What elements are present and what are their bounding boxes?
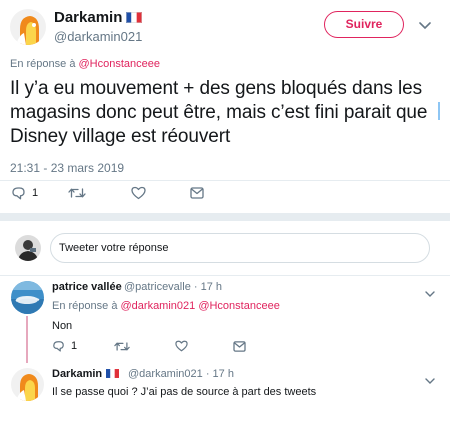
reply-handle[interactable]: @darkamin021 bbox=[128, 368, 203, 380]
retweet-icon bbox=[68, 188, 86, 198]
retweet-button[interactable] bbox=[68, 187, 86, 199]
retweet-button[interactable] bbox=[114, 341, 130, 352]
reply-count: 1 bbox=[71, 340, 78, 352]
reply-context: En réponse à @darkamin021 @Hconstanceee bbox=[52, 300, 280, 312]
message-icon bbox=[190, 187, 204, 199]
french-flag-icon bbox=[106, 369, 120, 378]
reply-icon bbox=[53, 341, 64, 352]
retweet-icon bbox=[114, 342, 130, 351]
french-flag-icon bbox=[126, 12, 143, 23]
section-separator bbox=[0, 213, 450, 221]
like-button[interactable] bbox=[175, 340, 188, 352]
reply-prefix: En réponse à bbox=[10, 58, 76, 70]
reply-context: En réponse à @Hconstanceee bbox=[10, 58, 160, 70]
reply-author-name[interactable]: patrice vallée bbox=[52, 281, 122, 293]
reply-avatar[interactable] bbox=[11, 281, 44, 314]
reply-mentions[interactable]: @darkamin021 @Hconstanceee bbox=[121, 300, 280, 312]
heart-icon bbox=[175, 340, 188, 352]
reply-time[interactable]: · 17 h bbox=[194, 281, 222, 293]
divider bbox=[0, 275, 450, 276]
author-handle[interactable]: @darkamin021 bbox=[54, 29, 142, 44]
direct-message-button[interactable] bbox=[233, 341, 246, 352]
tweet-timestamp[interactable]: 21:31 - 23 mars 2019 bbox=[10, 161, 124, 175]
heart-icon bbox=[131, 186, 146, 200]
reply-author-handle: @patricevalle · 17 h bbox=[124, 281, 222, 293]
tweet-text: Il y’a eu mouvement + des gens bloqués d… bbox=[10, 78, 428, 147]
reply-button[interactable]: 1 bbox=[52, 340, 77, 352]
chevron-down-icon[interactable] bbox=[425, 372, 435, 390]
chevron-down-icon[interactable] bbox=[419, 17, 431, 35]
follow-button[interactable]: Suivre bbox=[324, 11, 404, 38]
reply-time[interactable]: · 17 h bbox=[206, 368, 234, 380]
thread-connector-line bbox=[26, 316, 28, 363]
reply-button[interactable]: 1 bbox=[11, 186, 38, 200]
direct-message-button[interactable] bbox=[190, 187, 204, 199]
reply-prefix: En réponse à bbox=[52, 300, 118, 312]
reply-count: 1 bbox=[32, 187, 39, 199]
reply-icon bbox=[12, 187, 25, 200]
message-icon bbox=[233, 341, 246, 352]
reply-text: Il se passe quoi ? J’ai pas de source à … bbox=[52, 386, 317, 398]
chevron-down-icon[interactable] bbox=[425, 285, 435, 303]
author-avatar[interactable] bbox=[10, 9, 46, 45]
reply-text: Non bbox=[52, 320, 73, 332]
reply-author-handle: @darkamin021 · 17 h bbox=[128, 368, 234, 380]
reply-author-name[interactable]: Darkamin bbox=[52, 368, 120, 380]
reply-composer-input[interactable]: Tweeter votre réponse bbox=[50, 233, 430, 263]
main-tweet: Darkamin @darkamin021 Suivre En réponse … bbox=[0, 0, 450, 213]
like-button[interactable] bbox=[131, 186, 146, 200]
reply-avatar[interactable] bbox=[11, 368, 44, 401]
reply-handle[interactable]: @patricevalle bbox=[124, 281, 191, 293]
text-cursor-marker bbox=[438, 102, 440, 120]
reply-mention-link[interactable]: @Hconstanceee bbox=[79, 58, 161, 70]
author-name[interactable]: Darkamin bbox=[54, 9, 143, 26]
divider bbox=[0, 180, 450, 181]
user-avatar bbox=[15, 235, 41, 261]
